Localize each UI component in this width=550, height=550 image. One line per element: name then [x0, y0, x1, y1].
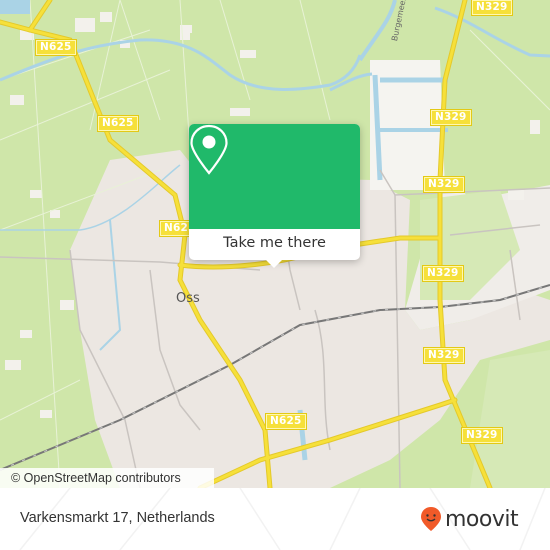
moovit-smiley-pin-icon	[421, 507, 441, 531]
road-label-n329: N329	[422, 265, 464, 282]
road-label-n329: N329	[430, 109, 472, 126]
map-pin-icon	[190, 124, 228, 175]
green-patch	[455, 80, 550, 200]
osm-attribution[interactable]: © OpenStreetMap contributors	[0, 468, 214, 488]
address-text: Varkensmarkt 17, Netherlands	[20, 510, 215, 526]
take-me-there-button[interactable]: Take me there	[189, 229, 360, 260]
city-label-oss: Oss	[176, 291, 200, 306]
moovit-logo[interactable]: moovit	[420, 506, 519, 532]
road-label-n625: N625	[35, 39, 77, 56]
road-label-n625: N625	[97, 115, 139, 132]
road-label-n329: N329	[461, 427, 503, 444]
footer-bar: Varkensmarkt 17, Netherlands moovit	[0, 488, 550, 550]
road-label-n329: N329	[423, 347, 465, 364]
popup-pointer	[266, 260, 282, 268]
popup-header[interactable]	[189, 124, 360, 229]
map-canvas[interactable]: N625 N625 N625 N625 N329 N329 N329 N329 …	[0, 0, 550, 488]
moovit-wordmark: moovit	[445, 506, 519, 532]
location-popup[interactable]: Take me there	[189, 124, 360, 268]
road-label-n329: N329	[423, 176, 465, 193]
lake	[0, 0, 30, 14]
road-label-n625: N625	[265, 413, 307, 430]
road-label-n329: N329	[471, 0, 513, 16]
